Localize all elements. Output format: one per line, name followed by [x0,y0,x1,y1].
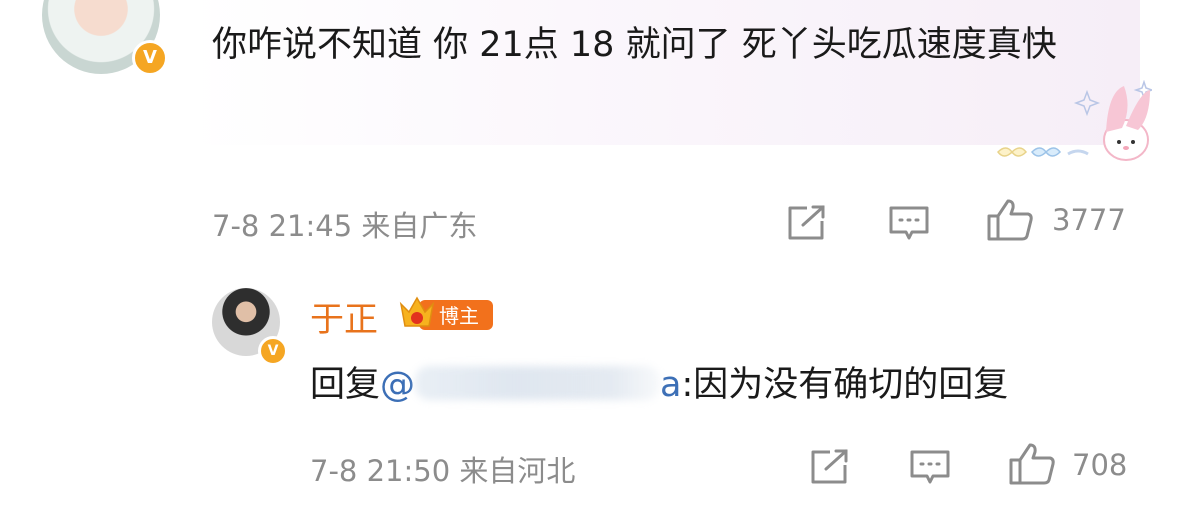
reply-mention[interactable]: @ a [380,365,681,405]
reply-body: :因为没有确切的回复 [681,365,1009,405]
comment-timestamp: 7-8 21:45 [212,209,353,243]
blurred-username [415,366,661,400]
mention-tail: a [660,365,682,405]
reply-prefix: 回复 [310,365,381,405]
comment-text: 你咋说不知道 你 21点 18 就问了 死丫头吃瓜速度真快 [212,25,1057,65]
reply-text: 回复@ a:因为没有确切的回复 [310,360,1008,410]
melody-sticker-decoration [997,80,1152,161]
comment-icon[interactable] [909,449,951,487]
comment-meta: 7-8 21:45 来自广东 [212,203,477,245]
comment-location: 来自广东 [361,209,478,243]
comment-icon[interactable] [888,205,930,243]
blogger-badge: 博主 [399,296,493,330]
verified-v-icon: V [258,336,288,366]
share-icon[interactable] [810,449,850,485]
like-count: 708 [1072,448,1128,482]
thumbs-up-icon[interactable] [986,198,1034,242]
thumbs-up-icon[interactable] [1008,442,1056,486]
reply-timestamp: 7-8 21:50 [310,454,451,488]
reply-location: 来自河北 [459,454,576,488]
like-count: 3777 [1052,203,1126,237]
reply-meta: 7-8 21:50 来自河北 [310,448,575,490]
mention-at: @ [380,365,416,405]
blogger-badge-label: 博主 [439,304,479,328]
verified-v-icon: V [132,40,168,76]
share-icon[interactable] [787,205,827,241]
reply-author-name[interactable]: 于正 [310,292,378,341]
